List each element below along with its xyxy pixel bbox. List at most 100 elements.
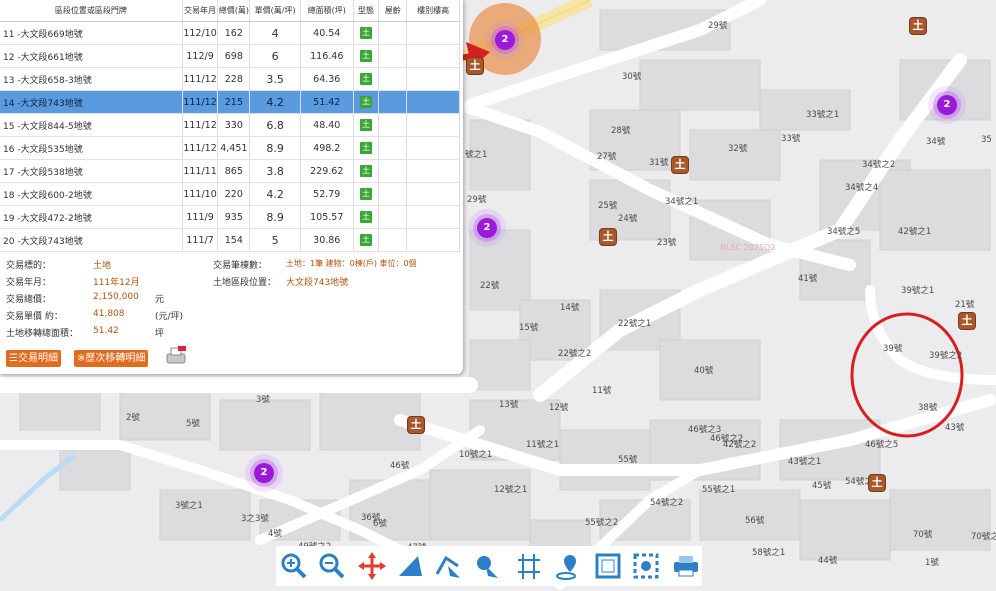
col-floor[interactable]: 樓別樓高 <box>406 0 460 22</box>
map-address-label: 1號 <box>925 558 939 568</box>
col-type[interactable]: 型態 <box>353 0 380 22</box>
table-row[interactable]: 17 -大文段538地號 111/11 865 3.8 229.62 土 <box>0 159 460 183</box>
detail-location-label: 土地區段位置： <box>213 278 277 288</box>
parcel-icon[interactable]: 土 <box>467 58 483 74</box>
row-address: 15 -大文段844-5地號 <box>0 113 183 137</box>
col-address[interactable]: 區段位置或區段門牌 <box>0 0 183 22</box>
table-row[interactable]: 18 -大文段600-2地號 111/10 220 4.2 52.79 土 <box>0 182 460 206</box>
map-address-label: 27號 <box>597 152 617 162</box>
row-total: 220 <box>217 182 251 206</box>
map-address-label: 36號 <box>361 513 381 523</box>
parcel-icon[interactable]: 土 <box>869 475 885 491</box>
col-total[interactable]: 總價(萬) <box>217 0 251 22</box>
transaction-table: 區段位置或區段門牌 交易年月 總價(萬) 單價(萬/坪) 總面積(坪) 型態 屋… <box>0 0 460 252</box>
detail-location-value: 大文段743地號 <box>286 278 349 288</box>
map-address-label: 12號 <box>549 403 569 413</box>
row-address: 18 -大文段600-2地號 <box>0 182 183 206</box>
map-address-label: 33號 <box>781 134 801 144</box>
table-row[interactable]: 11 -大文段669地號 112/10 162 4 40.54 土 <box>0 21 460 45</box>
detail-total-label: 交易總價： <box>6 295 52 305</box>
row-date: 111/12 <box>182 136 219 160</box>
row-floor <box>406 44 460 68</box>
location-icon[interactable] <box>554 552 582 580</box>
row-total: 330 <box>217 113 251 137</box>
map-address-label: 34號之1 <box>665 197 699 207</box>
row-address: 20 -大文段743地號 <box>0 228 183 252</box>
parcel-icon[interactable]: 土 <box>672 157 688 173</box>
map-address-label: 11號之1 <box>526 440 560 450</box>
row-total: 228 <box>217 67 251 91</box>
map-address-label: 54號之2 <box>650 498 684 508</box>
pan-icon[interactable] <box>358 552 386 580</box>
row-floor <box>406 136 460 160</box>
map-address-label: 3號 <box>256 395 270 405</box>
detail-area-unit: 坪 <box>155 329 165 339</box>
table-row[interactable]: 16 -大文段535地號 111/12 4,451 8.9 498.2 土 <box>0 136 460 160</box>
map-address-label: 39號之1 <box>901 286 935 296</box>
measure-area-icon[interactable] <box>396 552 424 580</box>
detail-count-value: 土地：1筆 建物：0棟(戶) 車位：0個 <box>286 259 417 268</box>
row-unit-price: 4 <box>249 21 301 45</box>
select-box-icon[interactable] <box>594 552 622 580</box>
map-address-label: 34號 <box>926 137 946 147</box>
row-age <box>378 21 408 45</box>
row-type: 土 <box>353 159 380 183</box>
zoom-out-icon[interactable] <box>318 552 346 580</box>
parcel-icon[interactable]: 土 <box>600 229 616 245</box>
print-icon[interactable] <box>672 552 700 580</box>
table-row[interactable]: 20 -大文段743地號 111/7 154 5 30.86 土 <box>0 228 460 252</box>
row-total: 4,451 <box>217 136 251 160</box>
parcel-icon[interactable]: 土 <box>959 313 975 329</box>
map-address-label: 21號 <box>955 300 975 310</box>
row-total: 935 <box>217 205 251 229</box>
row-type: 土 <box>353 90 380 114</box>
row-age <box>378 44 408 68</box>
col-date[interactable]: 交易年月 <box>182 0 219 22</box>
parcel-icon[interactable]: 土 <box>910 18 926 34</box>
table-row[interactable]: 12 -大文段661地號 112/9 698 6 116.46 土 <box>0 44 460 68</box>
row-floor <box>406 159 460 183</box>
land-type-badge: 土 <box>360 119 372 131</box>
map-address-label: 22號之2 <box>558 349 592 359</box>
clear-icon[interactable] <box>632 552 660 580</box>
row-address: 11 -大文段669地號 <box>0 21 183 45</box>
road-icon[interactable] <box>514 552 542 580</box>
map-address-label: 38號 <box>918 403 938 413</box>
map-address-label: 39號之2 <box>929 351 963 361</box>
identify-icon[interactable] <box>472 552 500 580</box>
cluster-marker[interactable]: 2 <box>937 95 957 115</box>
row-type: 土 <box>353 205 380 229</box>
col-unit-price[interactable]: 單價(萬/坪) <box>249 0 301 22</box>
row-total: 215 <box>217 90 251 114</box>
history-detail-button[interactable]: ※歷次移轉明細 <box>74 350 149 367</box>
transaction-detail-button[interactable]: ☰交易明細 <box>6 350 61 367</box>
cluster-marker[interactable]: 2 <box>495 30 515 50</box>
measure-line-icon[interactable] <box>434 552 462 580</box>
cluster-marker[interactable]: 2 <box>477 218 497 238</box>
row-type: 土 <box>353 44 380 68</box>
cluster-marker[interactable]: 2 <box>254 463 274 483</box>
zoom-in-icon[interactable] <box>280 552 308 580</box>
map-address-label: 43號 <box>945 423 965 433</box>
map-address-label: 30號 <box>622 72 642 82</box>
row-floor <box>406 205 460 229</box>
map-address-label: 29號 <box>708 21 728 31</box>
map-address-label: 10號之1 <box>459 450 493 460</box>
detail-date-value: 111年12月 <box>93 278 140 288</box>
table-row[interactable]: 15 -大文段844-5地號 111/12 330 6.8 48.40 土 <box>0 113 460 137</box>
row-floor <box>406 228 460 252</box>
map-address-label: 35 <box>981 135 992 145</box>
print-report-icon[interactable] <box>165 346 187 366</box>
row-unit-price: 4.2 <box>249 182 301 206</box>
col-area[interactable]: 總面積(坪) <box>300 0 354 22</box>
col-age[interactable]: 屋齡 <box>378 0 408 22</box>
row-area: 116.46 <box>300 44 354 68</box>
parcel-icon[interactable]: 土 <box>408 417 424 433</box>
table-row[interactable]: 19 -大文段472-2地號 111/9 935 8.9 105.57 土 <box>0 205 460 229</box>
row-floor <box>406 113 460 137</box>
table-row[interactable]: 14 -大文段743地號 111/12 215 4.2 51.42 土 <box>0 90 460 114</box>
row-date: 112/9 <box>182 44 219 68</box>
map-address-label: 14號 <box>560 303 580 313</box>
detail-total-unit: 元 <box>155 295 165 305</box>
table-row[interactable]: 13 -大文段658-3地號 111/12 228 3.5 64.36 土 <box>0 67 460 91</box>
